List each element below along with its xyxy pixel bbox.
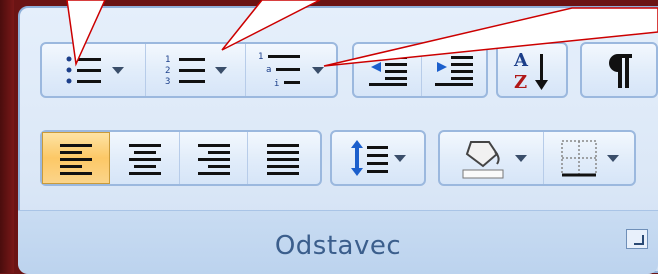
align-center-icon	[127, 141, 163, 175]
bullets-button[interactable]	[42, 44, 146, 96]
pilcrow-icon	[604, 50, 634, 90]
borders-button[interactable]	[544, 132, 634, 184]
svg-text:Z: Z	[514, 72, 527, 92]
justify-icon	[265, 141, 301, 175]
svg-text:A: A	[513, 50, 529, 71]
sort-icon: A Z	[512, 48, 552, 92]
align-center-button[interactable]	[110, 132, 180, 184]
line-spacing-icon	[350, 138, 390, 178]
sort-button-group: A Z	[496, 42, 568, 98]
align-right-icon	[196, 141, 232, 175]
shading-button[interactable]	[440, 132, 544, 184]
chevron-down-icon[interactable]	[394, 154, 406, 162]
alignment-buttons-group	[40, 130, 322, 186]
align-left-button[interactable]	[42, 132, 110, 184]
svg-text:2: 2	[165, 66, 170, 76]
numbering-button[interactable]: 1 2 3	[146, 44, 246, 96]
chevron-down-icon[interactable]	[312, 66, 324, 74]
show-formatting-marks-button[interactable]	[582, 44, 656, 96]
chevron-down-icon[interactable]	[607, 154, 619, 162]
multilevel-list-button[interactable]: 1 a i	[246, 44, 336, 96]
group-label: Odstavec	[274, 231, 402, 261]
shading-borders-group	[438, 130, 636, 186]
window-edge	[0, 0, 14, 273]
svg-text:3: 3	[165, 77, 170, 87]
align-right-button[interactable]	[180, 132, 248, 184]
shading-bucket-icon	[457, 136, 507, 180]
bulleted-list-icon	[64, 53, 104, 87]
show-marks-button-group	[580, 42, 658, 98]
justify-button[interactable]	[248, 132, 318, 184]
svg-text:i: i	[274, 79, 279, 89]
chevron-down-icon[interactable]	[111, 66, 124, 74]
sort-button[interactable]: A Z	[498, 44, 566, 96]
multilevel-list-icon: 1 a i	[258, 50, 304, 90]
svg-text:1: 1	[258, 52, 263, 62]
decrease-indent-button[interactable]	[354, 44, 422, 96]
line-spacing-button-group	[330, 130, 426, 186]
align-left-icon	[58, 141, 94, 175]
increase-indent-icon	[433, 52, 475, 88]
group-footer: Odstavec	[18, 210, 658, 274]
decrease-indent-icon	[367, 52, 409, 88]
dialog-launcher-icon[interactable]	[626, 229, 648, 249]
increase-indent-button[interactable]	[422, 44, 486, 96]
indent-buttons-group	[352, 42, 488, 98]
line-spacing-button[interactable]	[332, 132, 424, 184]
numbered-list-icon: 1 2 3	[165, 53, 207, 87]
svg-text:1: 1	[165, 55, 170, 65]
chevron-down-icon[interactable]	[214, 66, 227, 74]
list-buttons-group: 1 2 3 1 a i	[40, 42, 338, 98]
chevron-down-icon[interactable]	[514, 154, 527, 162]
svg-text:a: a	[266, 65, 271, 75]
borders-icon	[559, 138, 599, 178]
